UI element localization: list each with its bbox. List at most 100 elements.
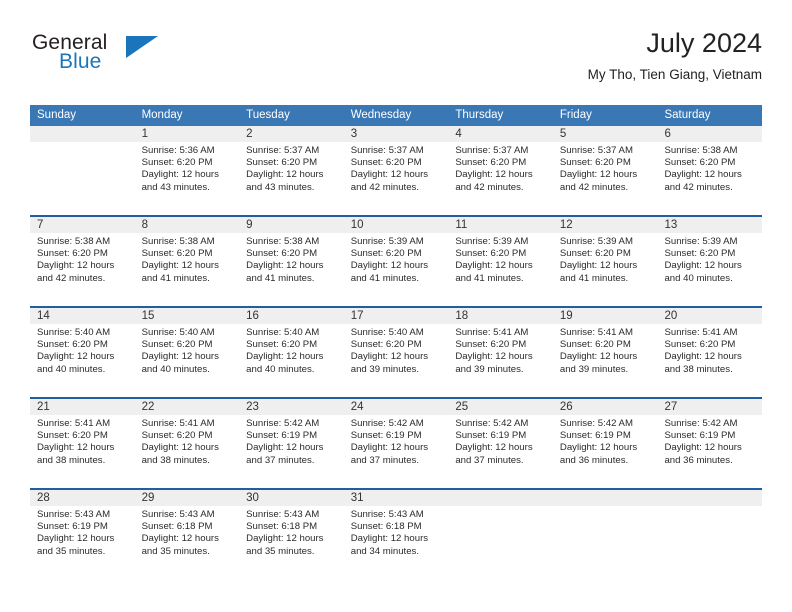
- calendar-day-cell[interactable]: 11 Sunrise: 5:39 AM Sunset: 6:20 PM Dayligh…: [448, 217, 553, 306]
- calendar-day-cell[interactable]: 2 Sunrise: 5:37 AM Sunset: 6:20 PM Daylight…: [239, 126, 344, 215]
- daylight-text-line1: Daylight: 12 hours: [350, 533, 429, 545]
- weekday-header-wednesday: Wednesday: [350, 109, 412, 121]
- sunrise-text: Sunrise: 5:37 AM: [559, 145, 633, 156]
- calendar-day-cell[interactable]: 7 Sunrise: 5:38 AM Sunset: 6:20 PM Daylight…: [30, 217, 135, 306]
- sunset-text: Sunset: 6:19 PM: [37, 521, 108, 533]
- day-number: 3: [350, 128, 358, 140]
- daylight-text-line1: Daylight: 12 hours: [141, 169, 219, 181]
- sunrise-text: Sunrise: 5:40 AM: [350, 327, 424, 338]
- calendar-day-cell[interactable]: 1 Sunrise: 5:36 AM Sunset: 6:20 PM Daylight…: [135, 126, 240, 215]
- daylight-text-line2: and 41 minutes.: [455, 272, 524, 284]
- calendar-day-cell[interactable]: 22 Sunrise: 5:41 AM Sunset: 6:20 PM Dayligh…: [135, 399, 240, 488]
- sunrise-text: Sunrise: 5:37 AM: [246, 145, 320, 156]
- calendar-week-row: 28 Sunrise: 5:43 AM Sunset: 6:19 PM Dayligh…: [30, 488, 762, 579]
- calendar-day-cell[interactable]: 28 Sunrise: 5:43 AM Sunset: 6:19 PM Dayligh…: [30, 490, 135, 579]
- calendar-day-cell[interactable]: 30 Sunrise: 5:43 AM Sunset: 6:18 PM Dayligh…: [239, 490, 344, 579]
- calendar-day-cell[interactable]: 21 Sunrise: 5:41 AM Sunset: 6:20 PM Dayligh…: [30, 399, 135, 488]
- page-header: General Blue July 2024 My Tho, Tien Gian…: [30, 28, 762, 98]
- calendar-day-cell[interactable]: 10 Sunrise: 5:39 AM Sunset: 6:20 PM Dayligh…: [344, 217, 449, 306]
- day-details: Sunrise: 5:36 AM Sunset: 6:20 PM Daylight:…: [142, 145, 237, 194]
- calendar-day-cell[interactable]: 17 Sunrise: 5:40 AM Sunset: 6:20 PM Dayligh…: [344, 308, 449, 397]
- calendar-day-cell[interactable]: 4 Sunrise: 5:37 AM Sunset: 6:20 PM Daylight…: [448, 126, 553, 215]
- sunset-text: Sunset: 6:20 PM: [664, 248, 736, 260]
- day-details: Sunrise: 5:40 AM Sunset: 6:20 PM Daylight:…: [142, 327, 237, 376]
- sunset-text: Sunset: 6:20 PM: [350, 157, 422, 169]
- daylight-text-line2: and 41 minutes.: [246, 272, 315, 284]
- daylight-text-line1: Daylight: 12 hours: [141, 260, 219, 272]
- sunset-text: Sunset: 6:20 PM: [664, 157, 736, 169]
- calendar-day-cell[interactable]: 8 Sunrise: 5:38 AM Sunset: 6:20 PM Daylight…: [135, 217, 240, 306]
- calendar-day-cell[interactable]: 16 Sunrise: 5:40 AM Sunset: 6:20 PM Dayligh…: [239, 308, 344, 397]
- sunrise-text: Sunrise: 5:40 AM: [141, 327, 215, 338]
- calendar-day-cell[interactable]: 20 Sunrise: 5:41 AM Sunset: 6:20 PM Dayligh…: [657, 308, 762, 397]
- daylight-text-line2: and 34 minutes.: [350, 545, 420, 557]
- calendar-day-cell[interactable]: 5 Sunrise: 5:37 AM Sunset: 6:20 PM Daylight…: [553, 126, 658, 215]
- daylight-text-line2: and 42 minutes.: [664, 181, 733, 193]
- calendar-day-cell[interactable]: 13 Sunrise: 5:39 AM Sunset: 6:20 PM Dayligh…: [657, 217, 762, 306]
- calendar-day-cell[interactable]: 25 Sunrise: 5:42 AM Sunset: 6:19 PM Dayligh…: [448, 399, 553, 488]
- daylight-text-line2: and 40 minutes.: [664, 272, 733, 284]
- calendar-day-cell[interactable]: 18 Sunrise: 5:41 AM Sunset: 6:20 PM Dayligh…: [448, 308, 553, 397]
- calendar-day-cell[interactable]: 29 Sunrise: 5:43 AM Sunset: 6:18 PM Dayligh…: [135, 490, 240, 579]
- day-details: Sunrise: 5:42 AM Sunset: 6:19 PM Daylight:…: [455, 418, 550, 467]
- sunset-text: Sunset: 6:20 PM: [37, 248, 108, 260]
- sunrise-text: Sunrise: 5:43 AM: [246, 509, 320, 520]
- day-details: Sunrise: 5:38 AM Sunset: 6:20 PM Daylight:…: [664, 145, 759, 194]
- calendar-weeks: 1 Sunrise: 5:36 AM Sunset: 6:20 PM Daylight…: [30, 126, 762, 579]
- daylight-text-line2: and 38 minutes.: [141, 454, 210, 466]
- sunset-text: Sunset: 6:20 PM: [559, 157, 631, 169]
- daylight-text-line1: Daylight: 12 hours: [37, 533, 115, 545]
- calendar-day-cell[interactable]: 14 Sunrise: 5:40 AM Sunset: 6:20 PM Dayligh…: [30, 308, 135, 397]
- calendar-day-cell[interactable]: 12 Sunrise: 5:39 AM Sunset: 6:20 PM Dayligh…: [553, 217, 658, 306]
- daylight-text-line2: and 43 minutes.: [141, 181, 210, 193]
- day-details: Sunrise: 5:42 AM Sunset: 6:19 PM Daylight:…: [560, 418, 655, 467]
- day-number: 24: [350, 401, 364, 413]
- sunrise-text: Sunrise: 5:42 AM: [559, 418, 633, 429]
- day-details: Sunrise: 5:41 AM Sunset: 6:20 PM Daylight:…: [455, 327, 550, 376]
- day-details: Sunrise: 5:42 AM Sunset: 6:19 PM Daylight:…: [246, 418, 341, 467]
- day-details: Sunrise: 5:37 AM Sunset: 6:20 PM Daylight:…: [351, 145, 446, 194]
- daylight-text-line2: and 39 minutes.: [455, 363, 524, 375]
- calendar-day-cell[interactable]: 9 Sunrise: 5:38 AM Sunset: 6:20 PM Daylight…: [239, 217, 344, 306]
- calendar-day-cell[interactable]: 23 Sunrise: 5:42 AM Sunset: 6:19 PM Dayligh…: [239, 399, 344, 488]
- calendar-week-row: 1 Sunrise: 5:36 AM Sunset: 6:20 PM Daylight…: [30, 126, 762, 215]
- daylight-text-line1: Daylight: 12 hours: [141, 442, 219, 454]
- daylight-text-line1: Daylight: 12 hours: [559, 169, 638, 181]
- day-number: 31: [350, 492, 364, 504]
- calendar-day-cell-empty: [30, 126, 135, 215]
- day-number: 28: [37, 492, 50, 504]
- daylight-text-line1: Daylight: 12 hours: [664, 442, 742, 454]
- calendar-page: General Blue July 2024 My Tho, Tien Gian…: [0, 0, 792, 612]
- day-details: Sunrise: 5:38 AM Sunset: 6:20 PM Daylight:…: [37, 236, 132, 285]
- sunset-text: Sunset: 6:20 PM: [455, 339, 527, 351]
- calendar-grid: Sunday Monday Tuesday Wednesday Thursday…: [30, 105, 762, 579]
- day-details: Sunrise: 5:41 AM Sunset: 6:20 PM Daylight:…: [142, 418, 237, 467]
- calendar-day-cell[interactable]: 6 Sunrise: 5:38 AM Sunset: 6:20 PM Daylight…: [657, 126, 762, 215]
- calendar-day-cell[interactable]: 26 Sunrise: 5:42 AM Sunset: 6:19 PM Dayligh…: [553, 399, 658, 488]
- daylight-text-line1: Daylight: 12 hours: [559, 260, 638, 272]
- daylight-text-line2: and 35 minutes.: [37, 545, 106, 557]
- sunrise-text: Sunrise: 5:41 AM: [664, 327, 738, 338]
- calendar-day-cell[interactable]: 27 Sunrise: 5:42 AM Sunset: 6:19 PM Dayligh…: [657, 399, 762, 488]
- calendar-day-cell[interactable]: 19 Sunrise: 5:41 AM Sunset: 6:20 PM Dayligh…: [553, 308, 658, 397]
- sunset-text: Sunset: 6:20 PM: [141, 430, 213, 442]
- calendar-day-cell[interactable]: 31 Sunrise: 5:43 AM Sunset: 6:18 PM Dayligh…: [344, 490, 449, 579]
- daylight-text-line2: and 42 minutes.: [37, 272, 106, 284]
- sunrise-text: Sunrise: 5:38 AM: [141, 236, 215, 247]
- day-number: 27: [664, 401, 678, 413]
- day-number: 4: [455, 128, 462, 140]
- daylight-text-line1: Daylight: 12 hours: [246, 260, 324, 272]
- calendar-day-cell[interactable]: 15 Sunrise: 5:40 AM Sunset: 6:20 PM Dayligh…: [135, 308, 240, 397]
- daylight-text-line1: Daylight: 12 hours: [350, 260, 429, 272]
- daylight-text-line2: and 43 minutes.: [246, 181, 315, 193]
- sunrise-text: Sunrise: 5:38 AM: [664, 145, 738, 156]
- sunrise-text: Sunrise: 5:42 AM: [246, 418, 320, 429]
- day-number: 1: [141, 128, 148, 140]
- brand-logo[interactable]: General Blue: [30, 28, 270, 90]
- sunrise-text: Sunrise: 5:43 AM: [37, 509, 111, 520]
- calendar-day-cell[interactable]: 24 Sunrise: 5:42 AM Sunset: 6:19 PM Dayligh…: [344, 399, 449, 488]
- day-details: Sunrise: 5:43 AM Sunset: 6:18 PM Daylight:…: [246, 509, 341, 558]
- weekday-header-saturday: Saturday: [664, 109, 711, 121]
- day-number: 23: [246, 401, 259, 413]
- calendar-day-cell[interactable]: 3 Sunrise: 5:37 AM Sunset: 6:20 PM Daylight…: [344, 126, 449, 215]
